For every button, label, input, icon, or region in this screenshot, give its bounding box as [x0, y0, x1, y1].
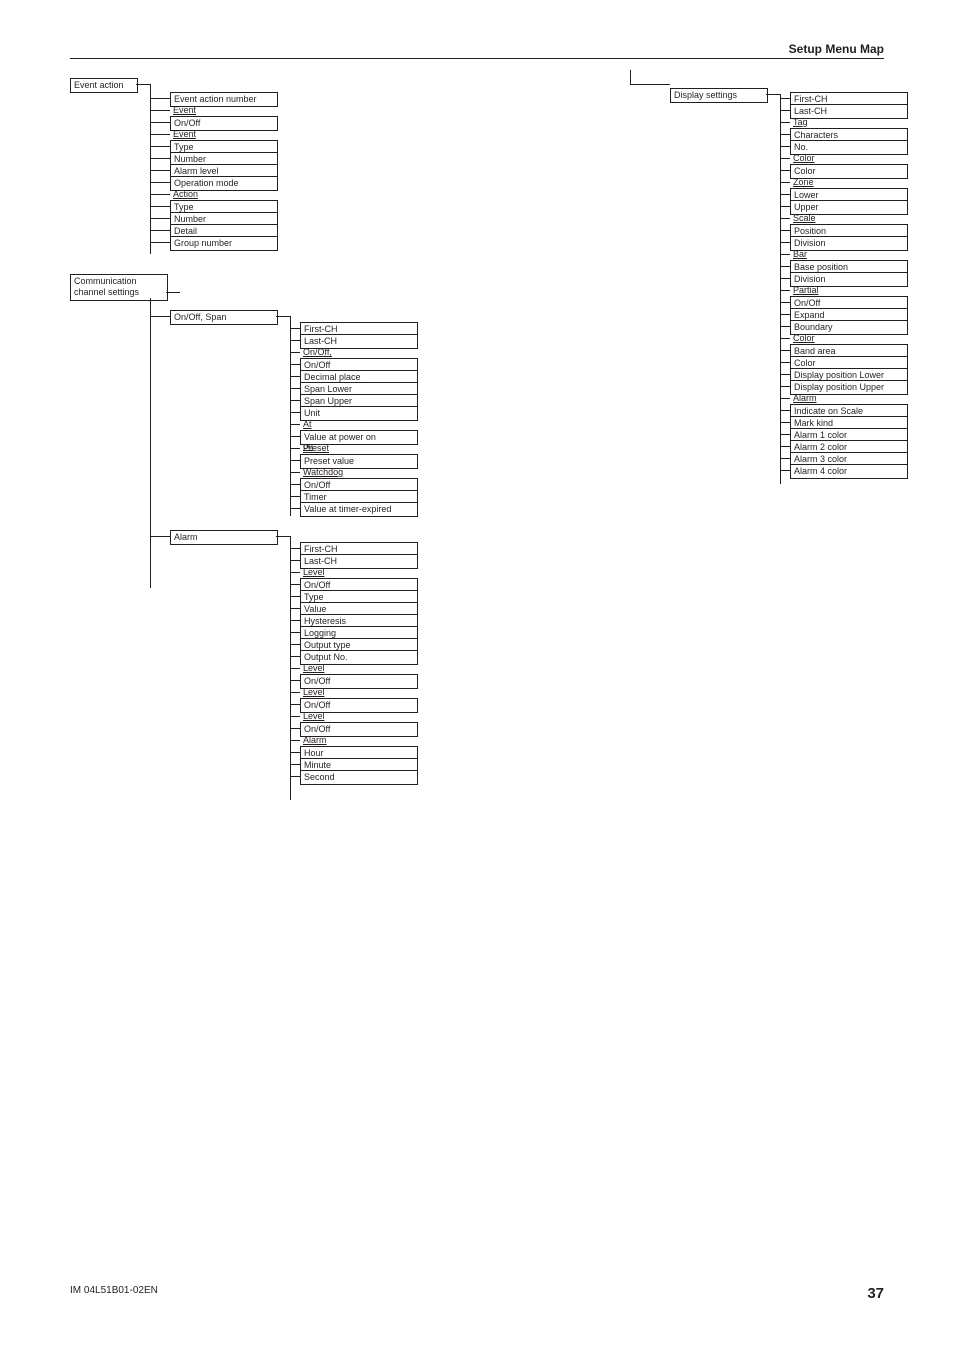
ea-ac-group: Group number — [170, 236, 278, 251]
comm-s2-ad-2: Second — [300, 770, 418, 785]
display-box: Alarm 4 color — [790, 464, 908, 479]
page-title: Setup Menu Map — [789, 42, 884, 56]
display-title: Display settings — [670, 88, 768, 103]
comm-alarm-title: Alarm — [170, 530, 278, 545]
comm-span-title: On/Off, Span — [170, 310, 278, 325]
header-rule — [70, 58, 884, 59]
footer: IM 04L51B01-02EN 37 — [70, 1285, 884, 1302]
display-item: Alarm 4 color — [790, 464, 908, 479]
footer-left: IM 04L51B01-02EN — [70, 1285, 158, 1302]
page-number: 37 — [867, 1285, 884, 1302]
comm-s1-r4-2: Value at timer-expired — [300, 502, 418, 517]
eventaction-title: Event action — [70, 78, 138, 93]
comm-title: Communication channel settings — [70, 274, 168, 301]
